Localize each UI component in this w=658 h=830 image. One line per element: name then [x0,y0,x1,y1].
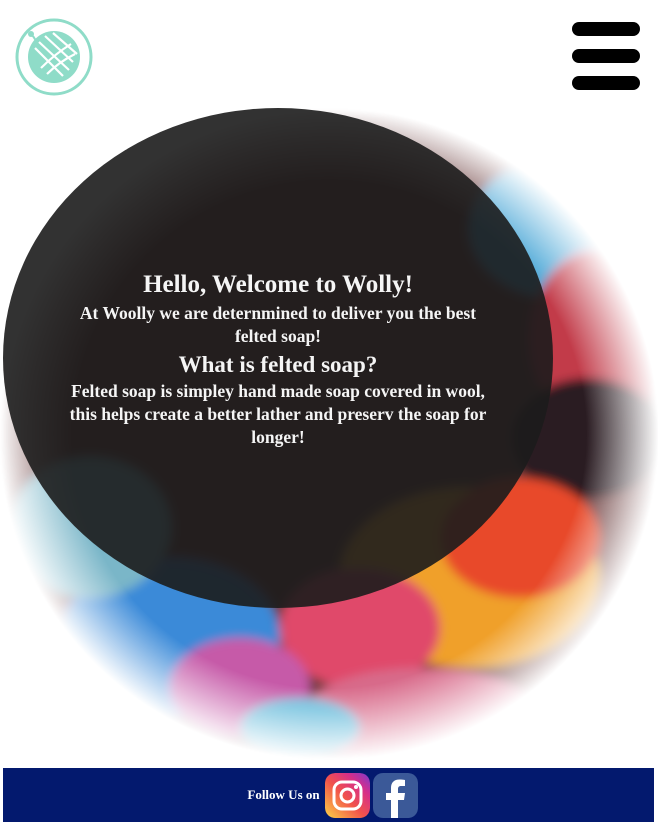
welcome-heading: Hello, Welcome to Wolly! [143,271,413,298]
follow-us-label: Follow Us on [247,787,320,802]
felted-soap-heading: What is felted soap? [178,352,378,377]
felted-soap-description: Felted soap is simpley hand made soap co… [69,381,487,447]
welcome-intro: At Woolly we are deternmined to deliver … [79,303,477,346]
instagram-link[interactable] [322,772,370,818]
footer: Follow Us on [3,768,654,822]
instagram-icon [324,772,370,818]
facebook-icon [372,772,418,818]
welcome-text: Hello, Welcome to Wolly! At Woolly we ar… [68,268,488,449]
facebook-link[interactable] [370,772,418,818]
brand-logo[interactable] [15,18,93,96]
menu-button[interactable] [572,20,642,92]
yarn-ball-icon [15,18,93,96]
